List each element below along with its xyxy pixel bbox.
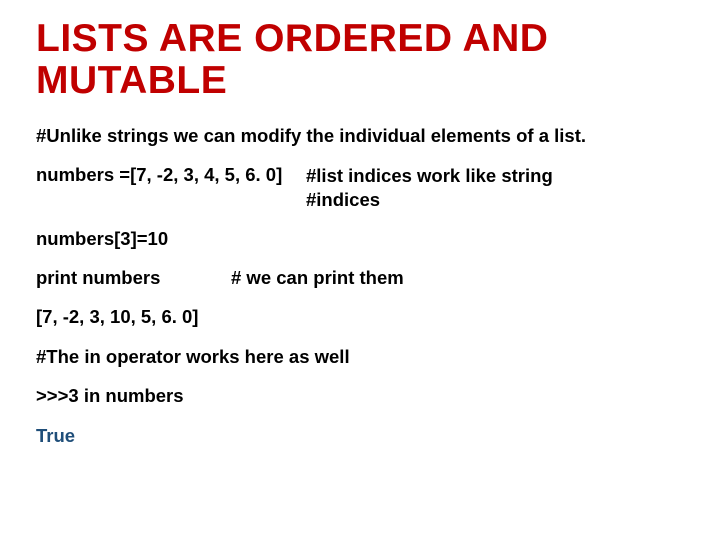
slide: LISTS ARE ORDERED AND MUTABLE #Unlike st… xyxy=(0,0,720,540)
slide-body: #Unlike strings we can modify the indivi… xyxy=(36,124,684,447)
output-list: [7, -2, 3, 10, 5, 6. 0] xyxy=(36,305,684,329)
in-operator-comment: #The in operator works here as well xyxy=(36,345,684,369)
intro-text: #Unlike strings we can modify the indivi… xyxy=(36,124,684,148)
result-true: True xyxy=(36,424,684,448)
print-comment: # we can print them xyxy=(231,267,404,289)
print-code: print numbers xyxy=(36,267,231,289)
assign-row: numbers =[7, -2, 3, 4, 5, 6. 0] #list in… xyxy=(36,164,684,211)
in-operator-line: >>>3 in numbers xyxy=(36,384,684,408)
assign-comment-line2: #indices xyxy=(306,189,380,210)
mutate-line: numbers[3]=10 xyxy=(36,227,684,251)
print-row: print numbers # we can print them xyxy=(36,267,684,289)
assign-code: numbers =[7, -2, 3, 4, 5, 6. 0] xyxy=(36,164,306,186)
slide-title: LISTS ARE ORDERED AND MUTABLE xyxy=(36,18,684,102)
assign-comment-line1: #list indices work like string xyxy=(306,165,553,186)
assign-comment: #list indices work like string #indices xyxy=(306,164,684,211)
